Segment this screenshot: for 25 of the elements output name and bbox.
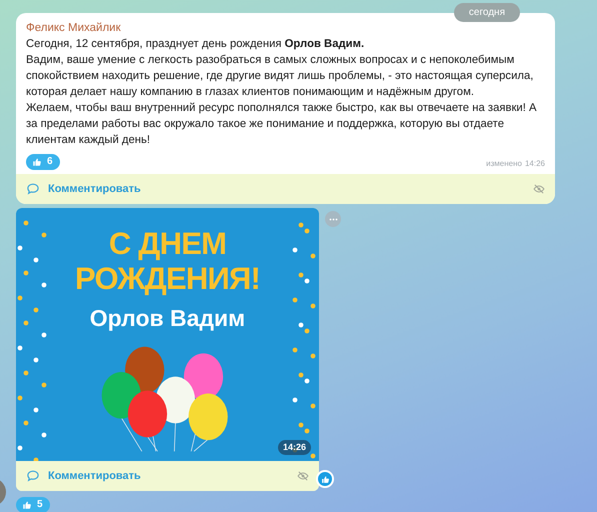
hidden-eye-icon[interactable] [533,183,545,195]
like-button[interactable] [316,470,334,488]
card-headline: С ДНЕМ [108,226,226,261]
reaction-badge[interactable]: 5 [16,497,50,512]
more-icon [328,218,338,220]
date-separator: сегодня [454,3,520,22]
message-text: Вадим, ваше умение с легкость разобраться в самых сложных вопросах и с непоколебимым спокойствием находить решение, где другие видят лишь проблемы, - это настоящая суперсила, которая делает нашу компанию в глазах клиентов понимающим и надёжным другом. [26,53,534,100]
speech-bubble-icon [26,469,40,483]
author-name[interactable]: Феликс Михайлик [26,20,121,36]
more-button[interactable] [325,211,341,227]
thumbs-up-icon [320,474,330,484]
card-name: Орлов Вадим [90,304,246,332]
speech-bubble-icon [26,182,40,196]
message-time: 14:26 [278,440,311,455]
comment-button[interactable]: Комментировать [26,468,141,484]
message-text: Сегодня, 12 сентября, празднует день рождения Орлов Вадим. [26,37,366,52]
comment-button[interactable]: Комментировать [26,180,141,198]
message-text: Желаем, чтобы ваш внутренний ресурс пополнялся также быстро, как вы отвечаете на заявки! А за пределами работы вас окружало такое же понимание и поддержка, которую вы отдаете клиентам каждый день! [26,101,538,148]
message-time: 14:26 [524,158,545,170]
card-headline: РОЖДЕНИЯ! [74,261,260,296]
edited-label: изменено [486,158,522,170]
hidden-eye-icon[interactable] [297,470,309,482]
thumbs-up-icon [22,500,32,510]
reaction-badge[interactable]: 6 [26,154,60,170]
thumbs-up-icon [32,157,42,167]
